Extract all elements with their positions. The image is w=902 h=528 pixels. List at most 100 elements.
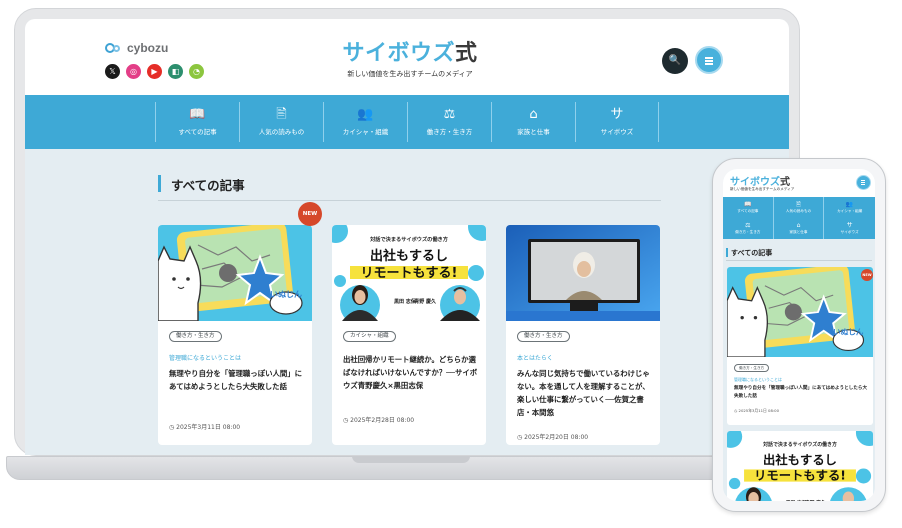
article-thumbnail: いぬじん: [158, 225, 312, 321]
category-badge[interactable]: 働き方・生き方: [517, 331, 570, 342]
article-card[interactable]: いぬじん 働き方・生き方 管理職になるということは 無理やり自分を「管理職っぽい…: [158, 225, 312, 445]
phone-nav-item-company[interactable]: 👥 カイシャ・組織: [824, 197, 875, 218]
category-nav: 📖 すべての記事 🖹 人気の読みもの 👥 カイシャ・組織 ⚖ 働き方・生き方 ⌂…: [25, 95, 789, 149]
nav-item-company[interactable]: 👥 カイシャ・組織: [323, 102, 407, 142]
article-title[interactable]: 無理やり自分を「管理職っぽい人間」にあてはめようとしたら大失敗した話: [169, 367, 304, 393]
series-label[interactable]: 管理職になるということは: [734, 377, 782, 383]
new-badge: NEW: [298, 202, 322, 226]
article-card[interactable]: 働き方・生き方 本とはたらく みんな同じ気持ちで働いているわけじゃない。本を通し…: [506, 225, 660, 445]
scale-icon: ⚖: [745, 221, 751, 229]
social-links: 𝕏 ◎ ▶ ◧ ◔: [105, 64, 204, 79]
phone-nav-item-popular[interactable]: 🖹 人気の読みもの: [774, 197, 825, 218]
article-card[interactable]: 対話で決まるサイボウズの働き方 出社もするし リモートもする! 黒田 志保 青野…: [332, 225, 486, 445]
person-name-2: 青野 慶久: [414, 298, 436, 305]
article-thumbnail: [506, 225, 660, 321]
search-icon: 🔍: [668, 55, 682, 66]
rss-icon[interactable]: ◔: [189, 64, 204, 79]
cybozu-logo-text: cybozu: [127, 41, 169, 55]
new-badge: NEW: [861, 269, 873, 281]
phone-nav-item-cybozu[interactable]: ササイボウズ: [824, 218, 875, 239]
document-icon: 🖹: [276, 107, 287, 122]
thumbnail-kicker: 対話で決まるサイボウズの働き方: [369, 235, 448, 243]
phone-menu-button[interactable]: [856, 175, 871, 190]
nav-label: サイボウズ: [600, 128, 634, 136]
people-icon: 👥: [845, 200, 854, 208]
date-text: 2025年2月20日 08:00: [524, 434, 589, 441]
category-badge[interactable]: 働き方・生き方: [169, 331, 222, 342]
phone-section-title: すべての記事: [731, 249, 773, 257]
nav-label: すべての記事: [737, 208, 759, 213]
site-header: cybozu 𝕏 ◎ ▶ ◧ ◔ サイボウズ式 新しい価値を生み出すチームのメデ…: [25, 19, 789, 95]
date-text: 2025年2月28日 08:00: [350, 417, 415, 424]
article-title[interactable]: 無理やり自分を「管理職っぽい人間」にあてはめようとしたら大失敗した話: [734, 385, 868, 401]
article-title[interactable]: みんな同じ気持ちで働いているわけじゃない。本を通して人を理解することが、楽しい仕…: [517, 367, 652, 419]
youtube-icon[interactable]: ▶: [147, 64, 162, 79]
nav-label: 家族と仕事: [789, 229, 808, 234]
section-title: すべての記事: [171, 178, 245, 193]
section-heading: すべての記事: [158, 173, 661, 201]
brand-title: サイボウズ式: [325, 35, 495, 67]
book-icon: 📖: [189, 107, 206, 122]
article-date: ◷ 2025年3月11日 08:00: [169, 422, 240, 431]
nav-label: 働き方・生き方: [426, 128, 473, 136]
phone-nav-item-all-articles[interactable]: 📖 すべての記事: [723, 197, 774, 218]
brand-tagline: 新しい価値を生み出すチームのメディア: [347, 70, 473, 78]
thumbnail-caption: いぬじん: [833, 328, 864, 337]
date-text: 2025年3月11日 08:00: [738, 408, 779, 413]
cybozu-mark-icon: サ: [610, 107, 624, 122]
nav-item-workstyle[interactable]: ⚖ 働き方・生き方: [407, 102, 491, 142]
nav-label: サイボウズ: [840, 229, 859, 234]
series-label[interactable]: 管理職になるということは: [169, 353, 241, 362]
phone-nav-item-workstyle[interactable]: ⚖ 働き方・生き方: [723, 218, 774, 239]
phone-article-card[interactable]: 対話で決まるサイボウズの働き方 出社もするし リモートもする! 黒田 志保 青野…: [727, 431, 873, 501]
nav-item-all-articles[interactable]: 📖 すべての記事: [155, 102, 239, 142]
phone-mockup: サイボウズ式 新しい価値を生み出すチームのメディア 📖 すべての記事 🖹 人気の読み…: [712, 158, 886, 512]
category-badge[interactable]: 働き方・生き方: [734, 364, 770, 372]
search-button[interactable]: 🔍: [662, 48, 688, 74]
laptop-mockup: cybozu 𝕏 ◎ ▶ ◧ ◔ サイボウズ式 新しい価値を生み出すチームのメデ…: [14, 8, 800, 456]
cybozu-logo-icon: [105, 42, 123, 54]
phone-screen: サイボウズ式 新しい価値を生み出すチームのメディア 📖 すべての記事 🖹 人気の読み…: [723, 169, 875, 501]
date-text: 2025年3月11日 08:00: [176, 424, 241, 431]
thumbnail-headline-1: 出社もするし: [763, 452, 837, 467]
article-thumbnail: 対話で決まるサイボウズの働き方 出社もするし リモートもする! 黒田 志保 青野…: [332, 225, 486, 321]
phone-nav-item-family[interactable]: ⌂ 家族と仕事: [774, 218, 825, 239]
instagram-icon[interactable]: ◎: [126, 64, 141, 79]
category-badge[interactable]: カイシャ・組織: [343, 331, 396, 342]
brand-name-suffix: 式: [455, 41, 478, 66]
nav-item-cybozu[interactable]: サ サイボウズ: [575, 102, 659, 142]
cybozu-mark-icon: サ: [846, 221, 853, 229]
book-icon: 📖: [744, 200, 752, 208]
scale-icon: ⚖: [443, 107, 456, 122]
brand-name-main: サイボウズ: [342, 41, 455, 66]
thumbnail-kicker: 対話で決まるサイボウズの働き方: [762, 441, 837, 448]
phone-category-nav: 📖 すべての記事 🖹 人気の読みもの 👥 カイシャ・組織 ⚖ 働き方・生き方 ⌂ 家族と仕…: [723, 197, 875, 239]
article-title[interactable]: 出社回帰かリモート継続か。どちらか選ばなければいけないんですか？──サイボウズ青…: [343, 353, 478, 392]
thumbnail-headline-2: リモートもする!: [754, 469, 846, 483]
article-date: ◷ 2025年2月28日 08:00: [343, 415, 414, 424]
nav-label: 家族と仕事: [517, 128, 550, 136]
x-icon[interactable]: 𝕏: [105, 64, 120, 79]
phone-section-heading: すべての記事: [726, 247, 872, 261]
phone-brand-logo[interactable]: サイボウズ式: [730, 173, 790, 188]
nav-label: すべての記事: [178, 128, 217, 136]
brand-logo[interactable]: サイボウズ式 新しい価値を生み出すチームのメディア: [325, 35, 495, 79]
document-icon: 🖹: [796, 200, 801, 208]
thumbnail-headline-2: リモートもする!: [361, 266, 458, 281]
article-thumbnail: いぬじん NEW: [727, 267, 873, 357]
house-icon: ⌂: [529, 107, 538, 122]
phone-brand-tagline: 新しい価値を生み出すチームのメディア: [730, 187, 795, 191]
menu-button[interactable]: [695, 46, 723, 74]
nav-label: 人気の読みもの: [258, 128, 305, 136]
nav-item-popular[interactable]: 🖹 人気の読みもの: [239, 102, 323, 142]
series-label[interactable]: 本とはたらく: [517, 353, 553, 362]
nav-item-family[interactable]: ⌂ 家族と仕事: [491, 102, 575, 142]
laptop-notch: [352, 456, 470, 463]
nav-label: カイシャ・組織: [342, 128, 389, 136]
nav-label: 働き方・生き方: [735, 229, 761, 234]
thumbnail-caption: いぬじん: [270, 290, 302, 299]
note-icon[interactable]: ◧: [168, 64, 183, 79]
phone-article-card[interactable]: いぬじん NEW 働き方・生き方 管理職になるということは 無理やり自分を「管理…: [727, 267, 873, 425]
house-icon: ⌂: [796, 221, 801, 229]
cybozu-logo[interactable]: cybozu: [105, 41, 168, 55]
